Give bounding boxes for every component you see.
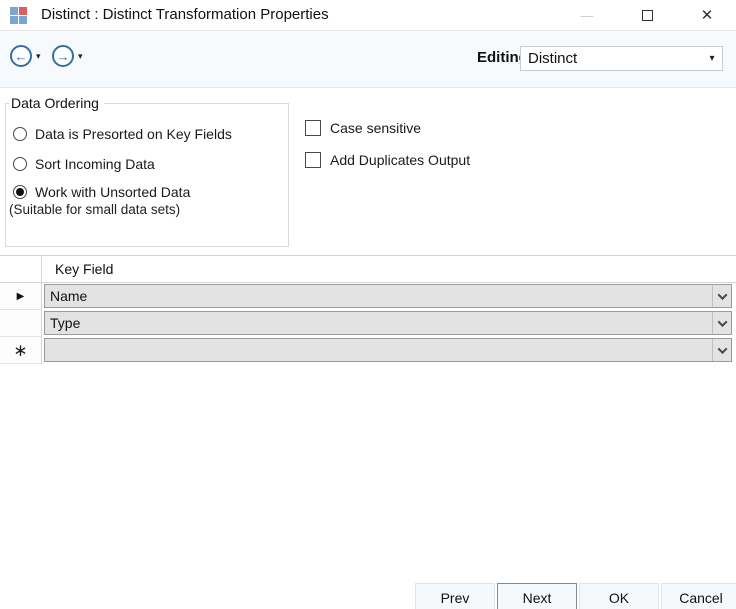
prev-button[interactable]: Prev (415, 583, 495, 609)
back-button[interactable]: ← (10, 45, 32, 67)
ok-button[interactable]: OK (579, 583, 659, 609)
next-button[interactable]: Next (497, 583, 577, 609)
chevron-down-icon: ▾ (36, 51, 41, 62)
row-header-new-row[interactable]: ∗ (0, 337, 42, 364)
cancel-button[interactable]: Cancel (661, 583, 736, 609)
radio-button-selected-icon (13, 185, 27, 199)
table-row: Type (0, 310, 736, 337)
key-field-grid: Key Field ▶ Name Type (0, 255, 736, 364)
key-field-combobox[interactable]: Type (44, 311, 732, 335)
editing-select[interactable]: Distinct ▾ (520, 46, 723, 71)
minimize-icon: — (581, 8, 594, 23)
chevron-down-icon: ▾ (78, 51, 83, 62)
back-arrow-icon: ← (15, 50, 28, 63)
forward-dropdown-caret[interactable]: ▾ (78, 45, 83, 67)
app-icon-square (10, 16, 18, 24)
current-row-icon: ▶ (17, 291, 25, 302)
new-row-icon: ∗ (13, 342, 27, 359)
minimize-button[interactable]: — (569, 0, 605, 30)
close-icon: ✕ (701, 6, 714, 24)
groupbox-note: (Suitable for small data sets) (9, 202, 180, 217)
app-icon-square-highlight (19, 7, 27, 15)
radio-presorted[interactable]: Data is Presorted on Key Fields (13, 125, 232, 143)
checkbox-label: Case sensitive (330, 120, 421, 136)
checkbox-icon (305, 152, 321, 168)
maximize-button[interactable] (629, 0, 665, 30)
editing-select-value: Distinct (521, 50, 702, 67)
back-dropdown-caret[interactable]: ▾ (36, 45, 41, 67)
radio-work-unsorted[interactable]: Work with Unsorted Data (13, 183, 190, 201)
row-header[interactable] (0, 310, 42, 337)
radio-label: Sort Incoming Data (35, 156, 155, 172)
checkbox-add-duplicates-output[interactable]: Add Duplicates Output (305, 151, 470, 169)
checkbox-case-sensitive[interactable]: Case sensitive (305, 119, 421, 137)
window-title: Distinct : Distinct Transformation Prope… (41, 0, 329, 30)
combobox-dropdown-button[interactable] (712, 312, 731, 334)
table-row: ▶ Name (0, 283, 736, 310)
row-header-current[interactable]: ▶ (0, 283, 42, 310)
radio-sort-incoming[interactable]: Sort Incoming Data (13, 155, 155, 173)
combobox-dropdown-button[interactable] (712, 339, 731, 361)
chevron-down-icon (717, 290, 727, 300)
chevron-down-icon (717, 344, 727, 354)
close-button[interactable]: ✕ (689, 0, 725, 30)
radio-label: Work with Unsorted Data (35, 184, 190, 200)
grid-header-row: Key Field (0, 256, 736, 283)
radio-button-icon (13, 127, 27, 141)
groupbox-title: Data Ordering (9, 95, 104, 111)
title-bar: Distinct : Distinct Transformation Prope… (0, 0, 736, 30)
key-field-combobox[interactable]: Name (44, 284, 732, 308)
maximize-icon (642, 10, 653, 21)
checkbox-icon (305, 120, 321, 136)
dialog-window: Distinct : Distinct Transformation Prope… (0, 0, 736, 609)
checkbox-label: Add Duplicates Output (330, 152, 470, 168)
radio-button-icon (13, 157, 27, 171)
app-icon-square (19, 16, 27, 24)
combobox-value: Name (45, 288, 712, 304)
column-header-key-field: Key Field (42, 256, 736, 282)
chevron-down-icon (717, 317, 727, 327)
navigation-toolbar: ← ▾ → ▾ Editing: Distinct ▾ (0, 30, 736, 88)
key-field-combobox[interactable] (44, 338, 732, 362)
forward-arrow-icon: → (57, 50, 70, 63)
chevron-down-icon: ▾ (702, 53, 722, 64)
grid-corner-cell (0, 256, 42, 282)
forward-button[interactable]: → (52, 45, 74, 67)
radio-label: Data is Presorted on Key Fields (35, 126, 232, 142)
combobox-dropdown-button[interactable] (712, 285, 731, 307)
combobox-value: Type (45, 315, 712, 331)
table-row: ∗ (0, 337, 736, 364)
app-icon (10, 7, 27, 24)
app-icon-square (10, 7, 18, 15)
